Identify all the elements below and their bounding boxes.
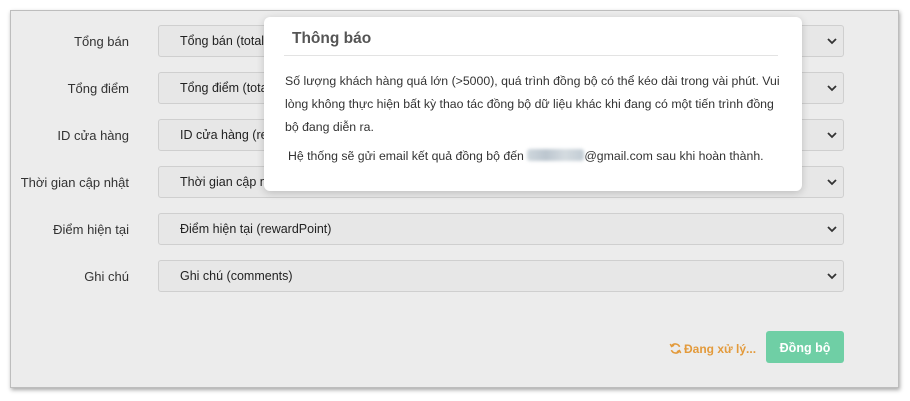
field-label: Thời gian cập nhật: [20, 175, 129, 190]
chevron-down-icon: [827, 38, 837, 45]
status-text: Đang xử lý...: [684, 342, 757, 356]
refresh-icon: [669, 343, 682, 354]
select-value: Ghi chú (comments): [180, 269, 293, 283]
field-label: Tổng bán: [74, 34, 129, 49]
chevron-down-icon: [827, 273, 837, 280]
mapping-select-current-points[interactable]: Điểm hiện tại (rewardPoint): [158, 213, 844, 245]
chevron-down-icon: [827, 85, 837, 92]
sync-button[interactable]: Đồng bộ: [766, 331, 844, 363]
mapping-row-comments: Ghi chú Ghi chú (comments): [11, 260, 898, 294]
email-message-prefix: Hệ thống sẽ gửi email kết quả đồng bộ đế…: [288, 149, 528, 163]
notification-dialog: Thông báo Số lượng khách hàng quá lớn (>…: [264, 17, 802, 191]
dialog-email-message: Hệ thống sẽ gửi email kết quả đồng bộ đế…: [285, 145, 785, 168]
select-value: Điểm hiện tại (rewardPoint): [180, 222, 332, 236]
select-value: Tổng bán (totalg: [180, 34, 272, 48]
dialog-divider: [284, 55, 778, 56]
email-message-suffix: @gmail.com sau khi hoàn thành.: [584, 149, 764, 163]
blurred-email: [527, 149, 585, 161]
mapping-select-comments[interactable]: Ghi chú (comments): [158, 260, 844, 292]
field-label: Tổng điểm: [67, 81, 129, 96]
field-label: Ghi chú: [84, 269, 129, 284]
select-value: ID cửa hàng (re: [180, 128, 268, 142]
mapping-row-current-points: Điểm hiện tại Điểm hiện tại (rewardPoint…: [11, 213, 898, 247]
dialog-title: Thông báo: [292, 30, 372, 47]
select-value: Tổng điểm (totalp: [180, 81, 278, 95]
chevron-down-icon: [827, 226, 837, 233]
dialog-body: Số lượng khách hàng quá lớn (>5000), quá…: [285, 70, 785, 168]
select-value: Thời gian cập n: [180, 175, 267, 189]
field-label: ID cửa hàng: [57, 128, 129, 143]
chevron-down-icon: [827, 179, 837, 186]
dialog-message: Số lượng khách hàng quá lớn (>5000), quá…: [285, 74, 780, 134]
field-label: Điểm hiện tại: [53, 222, 129, 237]
processing-status: Đang xử lý...: [669, 339, 756, 359]
chevron-down-icon: [827, 132, 837, 139]
